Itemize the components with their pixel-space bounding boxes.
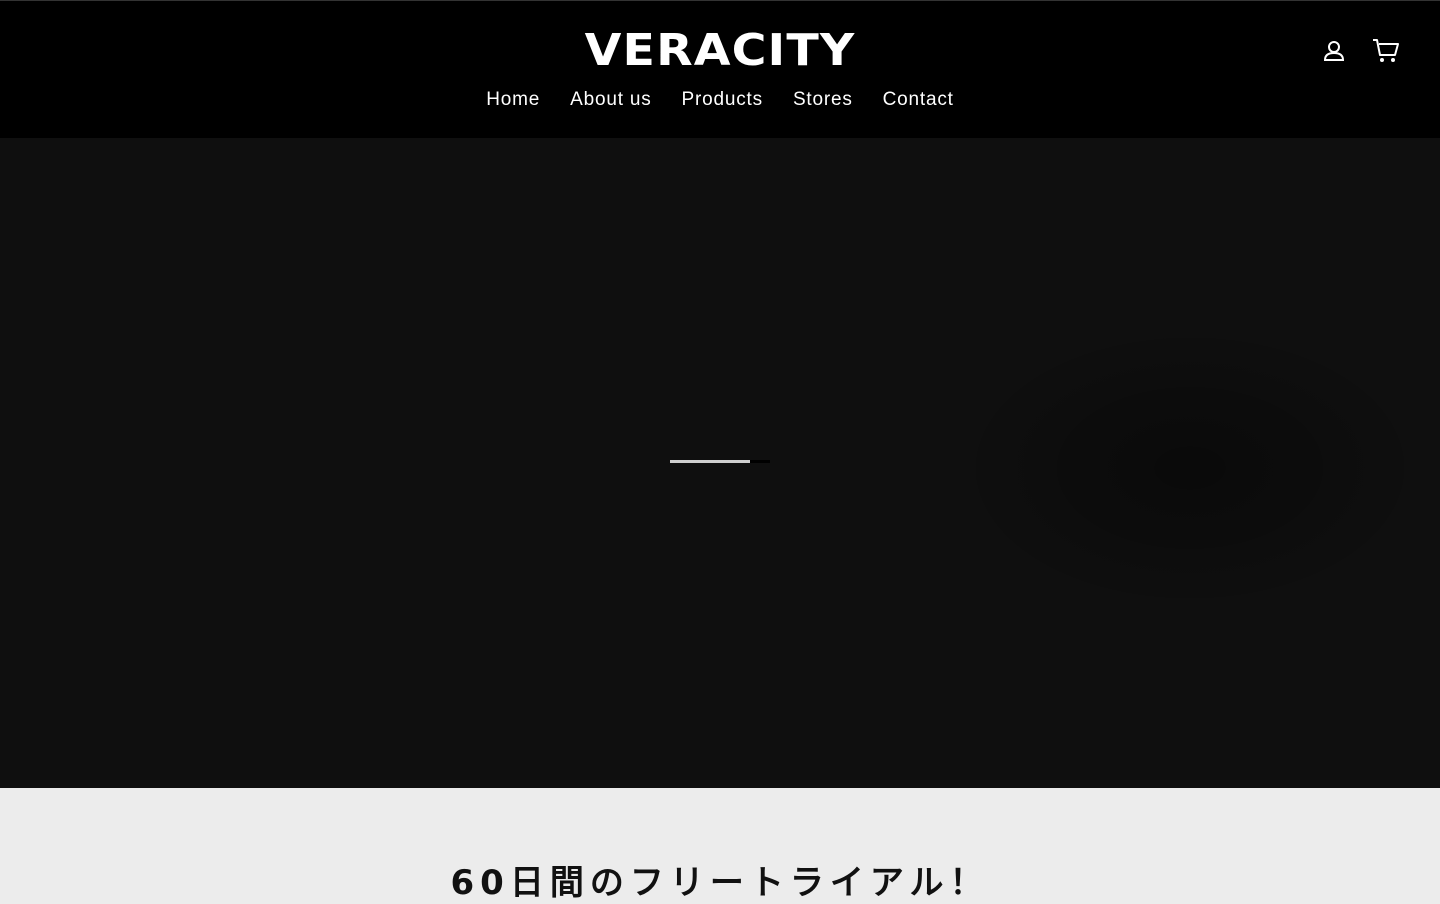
site-header: VERACITY Home About us Products Stores C… [0,0,1440,138]
nav-stores[interactable]: Stores [793,87,853,113]
nav-products[interactable]: Products [682,87,763,113]
hero-background-shape [960,328,1420,608]
main-nav: Home About us Products Stores Contact [0,87,1440,113]
nav-home[interactable]: Home [486,87,540,113]
promo-section: 60日間のフリートライアル！ [0,788,1440,903]
hero-banner [0,138,1440,788]
site-logo[interactable]: VERACITY [0,23,1440,79]
hero-loading-progress [670,460,750,463]
hero-loading-bar [670,460,770,463]
header-icons [1320,37,1400,65]
nav-contact[interactable]: Contact [883,87,954,113]
cart-icon[interactable] [1372,37,1400,65]
promo-title: 60日間のフリートライアル！ [450,863,990,903]
account-icon[interactable] [1320,37,1348,65]
nav-about-us[interactable]: About us [570,87,651,113]
